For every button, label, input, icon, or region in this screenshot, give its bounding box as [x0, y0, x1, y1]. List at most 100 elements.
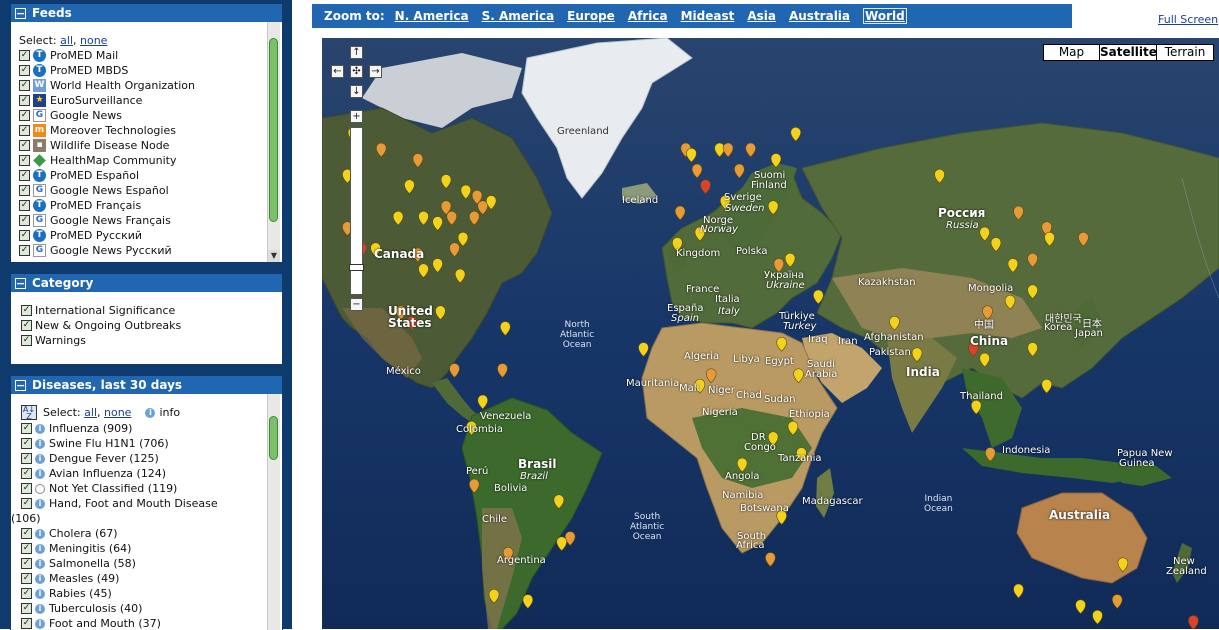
disease-item[interactable]: ✓ i Rabies (45) [21, 586, 282, 601]
disease-checkbox[interactable]: ✓ [21, 558, 32, 569]
feed-checkbox[interactable]: ✓ [19, 95, 30, 106]
disease-checkbox[interactable]: ✓ [21, 453, 32, 464]
info-icon[interactable]: i [35, 423, 45, 434]
sort-icon[interactable]: A↓ Z [21, 405, 37, 421]
diseases-select-none-link[interactable]: none [104, 405, 131, 420]
disease-checkbox[interactable]: ✓ [21, 483, 32, 494]
disease-checkbox[interactable]: ✓ [21, 423, 32, 434]
zoom-link-mideast[interactable]: Mideast [681, 9, 735, 23]
feed-checkbox[interactable]: ✓ [19, 125, 30, 136]
feed-item[interactable]: ✓ T ProMED Русский [19, 228, 282, 243]
diseases-scrollbar[interactable] [267, 394, 280, 630]
feed-item[interactable]: ✓ T ProMED MBDS [19, 63, 282, 78]
info-icon[interactable]: i [35, 438, 45, 449]
feeds-scrollbar[interactable]: ▼ [267, 22, 280, 262]
zoom-link-n-america[interactable]: N. America [395, 9, 469, 23]
zoom-in-button[interactable]: + [350, 110, 363, 123]
feed-item[interactable]: ✓ G Google News Español [19, 183, 282, 198]
map-type-satellite-button[interactable]: Satellite [1099, 44, 1157, 61]
info-icon[interactable]: i [35, 558, 45, 569]
radio-icon[interactable] [35, 483, 45, 494]
diseases-info-link[interactable]: info [159, 405, 180, 420]
feed-checkbox[interactable]: ✓ [19, 140, 30, 151]
info-icon[interactable]: i [35, 528, 45, 539]
disease-item[interactable]: ✓ i Measles (49) [21, 571, 282, 586]
disease-checkbox[interactable]: ✓ [21, 573, 32, 584]
feed-item[interactable]: ✓ ★ EuroSurveillance [19, 93, 282, 108]
disease-item[interactable]: ✓ i Foot and Mouth (37) [21, 616, 282, 630]
feeds-scrollbar-thumb[interactable] [269, 38, 278, 222]
disease-checkbox[interactable]: ✓ [21, 618, 32, 629]
zoom-link-australia[interactable]: Australia [789, 9, 850, 23]
disease-item[interactable]: ✓ i Salmonella (58) [21, 556, 282, 571]
zoom-slider-track[interactable] [349, 127, 364, 295]
feed-checkbox[interactable]: ✓ [19, 110, 30, 121]
category-item[interactable]: ✓ Warnings [21, 333, 282, 348]
info-icon[interactable]: i [35, 603, 45, 614]
zoom-link-world[interactable]: World [863, 8, 907, 24]
zoom-slider-handle[interactable] [349, 264, 364, 271]
category-panel-header[interactable]: − Category [11, 274, 282, 292]
feed-item[interactable]: ✓ G Google News Français [19, 213, 282, 228]
feeds-select-none-link[interactable]: none [80, 33, 107, 48]
feed-checkbox[interactable]: ✓ [19, 170, 30, 181]
category-checkbox[interactable]: ✓ [21, 335, 32, 346]
pan-down-button[interactable]: ↓ [350, 85, 363, 98]
disease-item[interactable]: ✓ i Influenza (909) [21, 421, 282, 436]
feed-checkbox[interactable]: ✓ [19, 215, 30, 226]
collapse-toggle-icon[interactable]: − [15, 379, 26, 391]
collapse-toggle-icon[interactable]: − [15, 277, 26, 289]
diseases-select-all-link[interactable]: all [84, 405, 97, 420]
feed-item[interactable]: ✓ G Google News Русский [19, 243, 282, 258]
disease-checkbox[interactable]: ✓ [21, 543, 32, 554]
disease-checkbox[interactable]: ✓ [21, 528, 32, 539]
disease-item[interactable]: ✓ i Meningitis (64) [21, 541, 282, 556]
zoom-link-s-america[interactable]: S. America [482, 9, 555, 23]
collapse-toggle-icon[interactable]: − [15, 7, 26, 19]
disease-checkbox[interactable]: ✓ [21, 603, 32, 614]
feeds-panel-header[interactable]: − Feeds [11, 4, 282, 22]
category-checkbox[interactable]: ✓ [21, 305, 32, 316]
map-type-map-button[interactable]: Map [1043, 44, 1100, 61]
feed-item[interactable]: ✓ HealthMap Community [19, 153, 282, 168]
disease-item[interactable]: ✓ Not Yet Classified (119) [21, 481, 282, 496]
feed-item[interactable]: ✓ G Google News [19, 108, 282, 123]
feed-checkbox[interactable]: ✓ [19, 245, 30, 256]
disease-item[interactable]: ✓ i Tuberculosis (40) [21, 601, 282, 616]
scroll-down-arrow-icon[interactable]: ▼ [268, 250, 280, 262]
diseases-scrollbar-thumb[interactable] [269, 416, 278, 460]
disease-item[interactable]: ✓ i Cholera (67) [21, 526, 282, 541]
feed-item[interactable]: ✓ m Moreover Technologies [19, 123, 282, 138]
diseases-panel-header[interactable]: − Diseases, last 30 days [11, 376, 282, 394]
zoom-link-africa[interactable]: Africa [628, 9, 668, 23]
feed-checkbox[interactable]: ✓ [19, 80, 30, 91]
map-type-terrain-button[interactable]: Terrain [1156, 44, 1214, 61]
feed-checkbox[interactable]: ✓ [19, 185, 30, 196]
info-icon[interactable]: i [35, 618, 45, 629]
info-icon[interactable]: i [35, 588, 45, 599]
zoom-out-button[interactable]: − [350, 298, 363, 311]
feeds-select-all-link[interactable]: all [60, 33, 73, 48]
category-item[interactable]: ✓ International Significance [21, 303, 282, 318]
info-icon[interactable]: i [35, 498, 45, 509]
feed-item[interactable]: ✓ T ProMED Français [19, 198, 282, 213]
feed-item[interactable]: ✓ T ProMED Mail [19, 48, 282, 63]
feed-item[interactable]: ✓ T ProMED Español [19, 168, 282, 183]
feed-item[interactable]: ✓ W World Health Organization [19, 78, 282, 93]
disease-item[interactable]: ✓ i Avian Influenza (124) [21, 466, 282, 481]
pan-left-button[interactable]: ← [331, 65, 344, 78]
disease-item[interactable]: ✓ i Swine Flu H1N1 (706) [21, 436, 282, 451]
feed-checkbox[interactable]: ✓ [19, 200, 30, 211]
feed-item[interactable]: ✓ ▪ Wildlife Disease Node [19, 138, 282, 153]
disease-checkbox[interactable]: ✓ [21, 468, 32, 479]
disease-item[interactable]: ✓ i Hand, Foot and Mouth Disease [21, 496, 282, 511]
disease-checkbox[interactable]: ✓ [21, 438, 32, 449]
category-item[interactable]: ✓ New & Ongoing Outbreaks [21, 318, 282, 333]
feed-checkbox[interactable]: ✓ [19, 65, 30, 76]
pan-up-button[interactable]: ↑ [350, 46, 363, 59]
zoom-link-europe[interactable]: Europe [567, 9, 615, 23]
disease-item[interactable]: ✓ i Dengue Fever (125) [21, 451, 282, 466]
pan-center-button[interactable]: ✣ [350, 65, 363, 78]
feed-checkbox[interactable]: ✓ [19, 50, 30, 61]
info-icon[interactable]: i [35, 573, 45, 584]
